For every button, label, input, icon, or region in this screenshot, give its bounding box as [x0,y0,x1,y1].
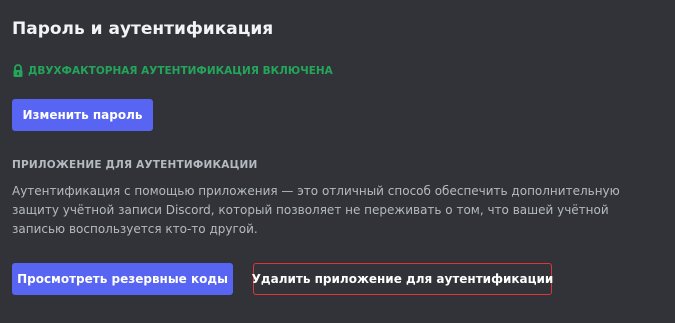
password-auth-settings: Пароль и аутентификация ДВУХФАКТОРНАЯ АУ… [0,0,675,323]
change-password-button[interactable]: Изменить пароль [12,99,153,131]
two-factor-status-text: ДВУХФАКТОРНАЯ АУТЕНТИФИКАЦИЯ ВКЛЮЧЕНА [28,65,333,77]
auth-app-heading: ПРИЛОЖЕНИЕ ДЛЯ АУТЕНТИФИКАЦИИ [12,159,258,171]
two-factor-status: ДВУХФАКТОРНАЯ АУТЕНТИФИКАЦИЯ ВКЛЮЧЕНА [12,64,333,78]
page-title: Пароль и аутентификация [12,19,274,39]
view-backup-codes-button[interactable]: Просмотреть резервные коды [12,263,233,295]
auth-app-description: Аутентификация с помощью приложения — эт… [12,184,620,236]
lock-icon [12,64,24,78]
remove-auth-app-button[interactable]: Удалить приложение для аутентификации [252,263,553,295]
